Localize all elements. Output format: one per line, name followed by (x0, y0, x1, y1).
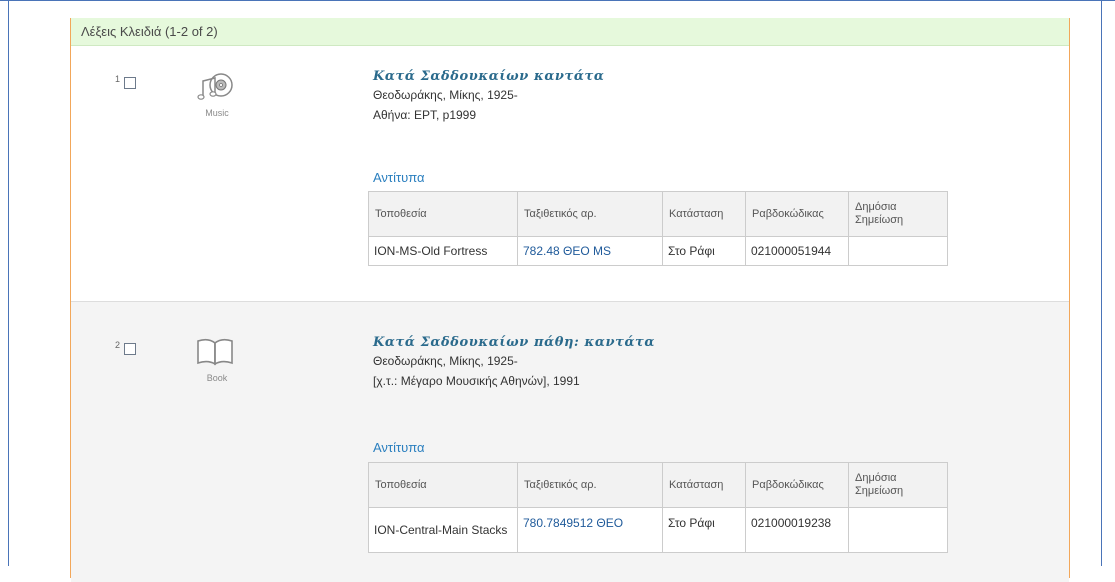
holding-location: ION-MS-Old Fortress (368, 236, 518, 266)
column-header-location: Τοποθεσία (368, 191, 518, 237)
holding-public-note (848, 236, 948, 266)
record-number: 1 (115, 74, 121, 84)
holdings-toggle-link[interactable]: Αντίτυπα (373, 440, 425, 455)
column-header-barcode: Ραβδοκώδικας (745, 462, 849, 508)
holding-call-number-link[interactable]: 782.48 ΘΕΟ MS (517, 236, 663, 266)
holding-public-note (848, 507, 948, 553)
record-publication: Αθήνα: ΕΡΤ, p1999 (373, 108, 477, 122)
window-left-border (8, 0, 9, 566)
column-header-location: Τοποθεσία (368, 462, 518, 508)
column-header-barcode: Ραβδοκώδικας (745, 191, 849, 237)
result-record-1: 1 Music Κατά Σαδδουκαίων καντάτα Θεοδωρά… (71, 47, 1069, 302)
holding-location: ION-Central-Main Stacks (368, 507, 518, 553)
column-header-public-note: Δημόσια Σημείωση (848, 191, 948, 237)
window-top-border (0, 0, 1115, 1)
format-label: Book (206, 373, 228, 383)
holding-barcode: 021000019238 (745, 507, 849, 553)
record-title-link[interactable]: Κατά Σαδδουκαίων καντάτα (373, 69, 604, 84)
format-label: Music (205, 108, 229, 118)
music-cd-icon (195, 69, 235, 106)
holdings-table: Τοποθεσία Ταξιθετικός αρ. Κατάσταση Ραβδ… (368, 191, 948, 266)
column-header-call-number: Ταξιθετικός αρ. (517, 462, 663, 508)
results-header: Λέξεις Κλειδιά (1-2 of 2) (71, 18, 1069, 46)
column-header-status: Κατάσταση (662, 462, 746, 508)
record-author: Θεοδωράκης, Μίκης, 1925- (373, 354, 518, 368)
results-panel: Λέξεις Κλειδιά (1-2 of 2) 1 Music Κατά Σ… (70, 18, 1070, 582)
table-row: ION-Central-Main Stacks 780.7849512 ΘΕΟ … (368, 507, 948, 553)
call-number-link[interactable]: 782.48 ΘΕΟ MS (523, 244, 611, 258)
record-select-checkbox[interactable] (124, 77, 136, 89)
open-book-icon (195, 337, 235, 370)
record-select-checkbox[interactable] (124, 343, 136, 355)
column-header-call-number: Ταξιθετικός αρ. (517, 191, 663, 237)
holding-status: Στο Ράφι (662, 507, 746, 553)
record-author: Θεοδωράκης, Μίκης, 1925- (373, 88, 518, 102)
column-header-status: Κατάσταση (662, 191, 746, 237)
holding-status: Στο Ράφι (662, 236, 746, 266)
table-row: ION-MS-Old Fortress 782.48 ΘΕΟ MS Στο Ρά… (368, 236, 948, 266)
holdings-table: Τοποθεσία Ταξιθετικός αρ. Κατάσταση Ραβδ… (368, 462, 948, 553)
record-number: 2 (115, 340, 121, 350)
holding-barcode: 021000051944 (745, 236, 849, 266)
window-right-border (1101, 0, 1102, 566)
holding-call-number-link[interactable]: 780.7849512 ΘΕΟ (517, 507, 663, 553)
result-record-2: 2 Book Κατά Σαδδουκαίων πάθη: καντάτα Θε… (71, 302, 1069, 582)
record-title-link[interactable]: Κατά Σαδδουκαίων πάθη: καντάτα (373, 335, 655, 350)
column-header-public-note: Δημόσια Σημείωση (848, 462, 948, 508)
record-publication: [χ.τ.: Μέγαρο Μουσικής Αθηνών], 1991 (373, 374, 580, 388)
holdings-toggle-link[interactable]: Αντίτυπα (373, 170, 425, 185)
call-number-link[interactable]: 780.7849512 ΘΕΟ (523, 516, 623, 530)
